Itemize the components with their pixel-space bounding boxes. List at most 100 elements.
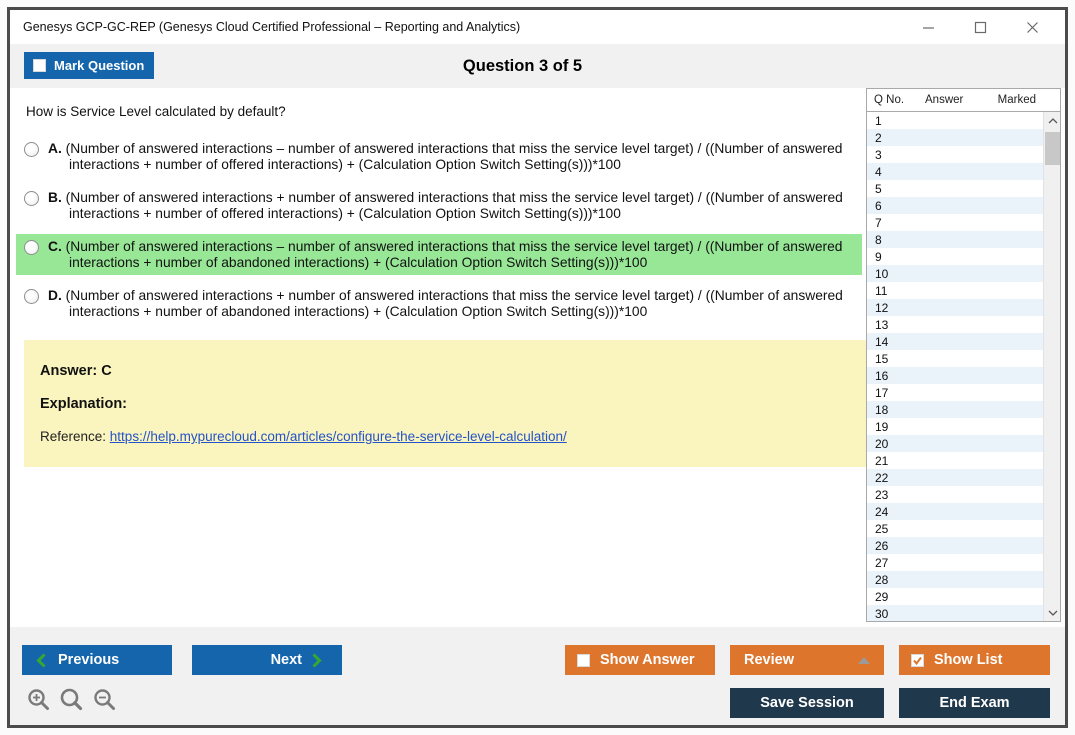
column-qno: Q No. [867, 94, 925, 106]
option-row[interactable]: D. (Number of answered interactions + nu… [16, 283, 862, 324]
window-title: Genesys GCP-GC-REP (Genesys Cloud Certif… [10, 20, 520, 34]
show-list-button[interactable]: Show List [899, 645, 1050, 675]
question-number: 8 [875, 233, 882, 247]
question-number: 24 [875, 505, 888, 519]
reference-link[interactable]: https://help.mypurecloud.com/articles/co… [110, 429, 567, 444]
question-list-row[interactable]: 21 [867, 452, 1043, 469]
zoom-out-icon[interactable] [92, 687, 118, 713]
option-text: C. (Number of answered interactions – nu… [48, 239, 845, 270]
question-number: 11 [875, 284, 887, 298]
question-number: 19 [875, 420, 888, 434]
minimize-icon[interactable] [921, 20, 935, 34]
question-list-row[interactable]: 1 [867, 112, 1043, 129]
question-list-row[interactable]: 29 [867, 588, 1043, 605]
question-number: 15 [875, 352, 888, 366]
question-number: 30 [875, 607, 888, 621]
maximize-icon[interactable] [973, 20, 987, 34]
question-list-row[interactable]: 24 [867, 503, 1043, 520]
reference-line: Reference: https://help.mypurecloud.com/… [40, 429, 848, 444]
question-list-row[interactable]: 13 [867, 316, 1043, 333]
question-list-row[interactable]: 14 [867, 333, 1043, 350]
question-list-row[interactable]: 19 [867, 418, 1043, 435]
show-list-checkbox-icon [911, 654, 924, 667]
question-list-row[interactable]: 18 [867, 401, 1043, 418]
question-number: 12 [875, 301, 888, 315]
question-number: 23 [875, 488, 888, 502]
option-row[interactable]: A. (Number of answered interactions – nu… [16, 136, 862, 177]
option-radio[interactable] [24, 142, 39, 157]
question-number: 3 [875, 148, 882, 162]
question-list-row[interactable]: 7 [867, 214, 1043, 231]
previous-label: Previous [58, 652, 119, 668]
question-number: 1 [875, 114, 882, 128]
question-list-row[interactable]: 26 [867, 537, 1043, 554]
show-list-label: Show List [934, 652, 1002, 668]
question-list-row[interactable]: 6 [867, 197, 1043, 214]
next-button[interactable]: Next [192, 645, 342, 675]
column-answer: Answer [925, 94, 997, 106]
zoom-reset-icon[interactable] [59, 687, 85, 713]
option-text: A. (Number of answered interactions – nu… [48, 141, 845, 172]
option-radio[interactable] [24, 289, 39, 304]
option-row[interactable]: B. (Number of answered interactions + nu… [16, 185, 862, 226]
scrollbar[interactable] [1043, 112, 1060, 621]
question-number: 27 [875, 556, 888, 570]
option-radio[interactable] [24, 191, 39, 206]
option-radio[interactable] [24, 240, 39, 255]
question-number: 25 [875, 522, 888, 536]
question-number: 22 [875, 471, 888, 485]
question-number: 16 [875, 369, 888, 383]
options-list: A. (Number of answered interactions – nu… [16, 136, 862, 332]
question-number: 5 [875, 182, 882, 196]
question-list-row[interactable]: 8 [867, 231, 1043, 248]
zoom-in-icon[interactable] [26, 687, 52, 713]
next-chevron-icon [312, 653, 322, 668]
question-list-row[interactable]: 2 [867, 129, 1043, 146]
question-number: 2 [875, 131, 882, 145]
question-number: 17 [875, 386, 888, 400]
question-number: 13 [875, 318, 888, 332]
show-answer-label: Show Answer [600, 652, 695, 668]
show-answer-button[interactable]: Show Answer [565, 645, 715, 675]
question-list-row[interactable]: 11 [867, 282, 1043, 299]
question-number: 6 [875, 199, 882, 213]
question-list-row[interactable]: 12 [867, 299, 1043, 316]
question-list-row[interactable]: 27 [867, 554, 1043, 571]
question-list-row[interactable]: 3 [867, 146, 1043, 163]
scroll-down-icon[interactable] [1044, 604, 1060, 621]
zoom-controls [26, 687, 118, 713]
question-list-header: Q No. Answer Marked [867, 89, 1060, 112]
question-list-row[interactable]: 16 [867, 367, 1043, 384]
app-window: Genesys GCP-GC-REP (Genesys Cloud Certif… [7, 7, 1068, 728]
save-session-button[interactable]: Save Session [730, 688, 884, 718]
question-number: 20 [875, 437, 888, 451]
question-list-row[interactable]: 5 [867, 180, 1043, 197]
question-list-row[interactable]: 17 [867, 384, 1043, 401]
end-exam-button[interactable]: End Exam [899, 688, 1050, 718]
question-list-row[interactable]: 9 [867, 248, 1043, 265]
close-icon[interactable] [1025, 20, 1039, 34]
question-number: 10 [875, 267, 888, 281]
question-list-row[interactable]: 23 [867, 486, 1043, 503]
review-button[interactable]: Review [730, 645, 884, 675]
question-list-row[interactable]: 4 [867, 163, 1043, 180]
scrollbar-thumb[interactable] [1045, 132, 1060, 165]
answer-label: Answer: C [40, 363, 848, 379]
question-list-row[interactable]: 22 [867, 469, 1043, 486]
answer-box: Answer: C Explanation: Reference: https:… [24, 340, 866, 467]
question-list-row[interactable]: 10 [867, 265, 1043, 282]
option-text: D. (Number of answered interactions + nu… [48, 288, 845, 319]
question-number: 9 [875, 250, 882, 264]
question-list-row[interactable]: 28 [867, 571, 1043, 588]
question-list-row[interactable]: 20 [867, 435, 1043, 452]
question-list-body: 1 2 3 4 5 6 7 8 9 10 11 12 13 14 15 [867, 112, 1060, 621]
question-number: 18 [875, 403, 888, 417]
question-counter: Question 3 of 5 [10, 44, 1035, 88]
scroll-up-icon[interactable] [1044, 112, 1060, 129]
previous-button[interactable]: Previous [22, 645, 172, 675]
option-row[interactable]: C. (Number of answered interactions – nu… [16, 234, 862, 275]
question-list-row[interactable]: 25 [867, 520, 1043, 537]
reference-label: Reference: [40, 429, 110, 444]
question-list-row[interactable]: 15 [867, 350, 1043, 367]
question-list-row[interactable]: 30 [867, 605, 1043, 621]
